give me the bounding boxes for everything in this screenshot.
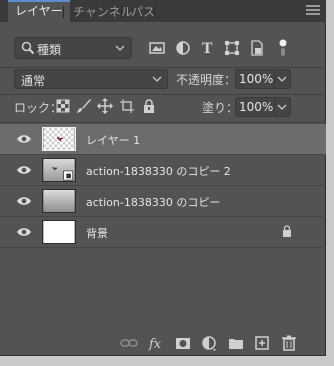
prevent-auto-nesting-icon[interactable] <box>119 98 135 114</box>
tab-separator <box>121 6 122 18</box>
layer-name[interactable]: action-1838330 のコピー <box>86 194 220 210</box>
filter-kind-select[interactable]: 種類 <box>14 37 132 59</box>
svg-text:T: T <box>202 41 213 57</box>
lock-row: ロック： 塗り： 100% <box>0 96 326 118</box>
chevron-down-icon <box>277 104 287 110</box>
opacity-input[interactable]: 100% <box>235 69 275 89</box>
lock-image-pixels-icon[interactable] <box>76 98 92 114</box>
tab-layers[interactable]: レイヤー <box>8 0 70 22</box>
tab-separator <box>154 6 155 18</box>
tab-bar: レイヤー チャンネル パス <box>0 0 326 22</box>
divider <box>0 94 326 95</box>
tab-paths[interactable]: パス <box>124 2 162 22</box>
chevron-down-icon <box>277 76 287 82</box>
link-layers-icon[interactable] <box>120 334 138 352</box>
type-filter-icon[interactable]: T <box>199 39 217 57</box>
layer-row[interactable]: 背景 <box>0 217 326 248</box>
chevron-down-icon <box>152 76 162 82</box>
layer-name[interactable]: 背景 <box>86 225 108 241</box>
layer-row[interactable]: レイヤー 1 <box>0 124 326 155</box>
adjustment-filter-icon[interactable] <box>174 39 192 57</box>
opacity-label: 不透明度： <box>176 73 237 87</box>
eye-icon[interactable] <box>16 164 32 176</box>
eye-icon[interactable] <box>16 133 32 145</box>
layer-thumbnail <box>42 158 76 182</box>
eye-icon[interactable] <box>16 195 32 207</box>
add-mask-icon[interactable] <box>174 334 192 352</box>
fill-input[interactable]: 100% <box>235 97 275 117</box>
lock-icon[interactable] <box>282 225 292 237</box>
panel-menu-icon[interactable] <box>306 4 320 18</box>
new-group-icon[interactable] <box>227 334 245 352</box>
filter-toggle-icon[interactable] <box>274 39 292 57</box>
image-filter-icon[interactable] <box>148 39 166 57</box>
layer-thumbnail <box>42 189 76 213</box>
delete-layer-icon[interactable] <box>280 334 298 352</box>
blend-mode-select[interactable]: 通常 <box>14 69 168 89</box>
eye-icon[interactable] <box>16 226 32 238</box>
layer-row[interactable]: action-1838330 のコピー <box>0 186 326 217</box>
blend-row: 通常 不透明度： 100% <box>0 68 326 90</box>
layer-name[interactable]: レイヤー 1 <box>86 132 140 148</box>
filter-kind-label: 種類 <box>37 43 62 57</box>
fill-label: 塗り： <box>202 101 239 115</box>
lock-transparent-pixels-icon[interactable] <box>55 98 71 114</box>
layer-filter-row: 種類 T <box>0 28 326 68</box>
smart-object-filter-icon[interactable] <box>248 39 266 57</box>
divider <box>0 122 326 123</box>
adjustment-layer-icon[interactable] <box>200 334 218 352</box>
layer-thumbnail <box>42 220 76 244</box>
svg-text:fx: fx <box>148 337 162 352</box>
search-icon <box>21 41 35 55</box>
chevron-down-icon <box>115 45 125 51</box>
fx-icon[interactable]: fx <box>148 334 166 352</box>
tab-separator <box>63 6 64 18</box>
layer-row[interactable]: action-1838330 のコピー 2 <box>0 155 326 186</box>
blend-mode-value: 通常 <box>21 74 46 88</box>
lock-all-icon[interactable] <box>141 98 157 114</box>
layer-thumbnail <box>42 127 76 151</box>
shape-filter-icon[interactable] <box>223 39 241 57</box>
fill-dropdown[interactable] <box>275 97 291 117</box>
new-layer-icon[interactable] <box>253 334 271 352</box>
lock-position-icon[interactable] <box>97 98 113 114</box>
opacity-dropdown[interactable] <box>275 69 291 89</box>
layer-name[interactable]: action-1838330 のコピー 2 <box>86 163 231 179</box>
layers-bottom-toolbar: fx <box>0 330 326 356</box>
layers-panel: レイヤー チャンネル パス 種類 T 通常 不透明度： 100% ロック： 塗り… <box>0 0 326 356</box>
layers-list: レイヤー 1 action-1838330 のコピー 2 action-1838… <box>0 124 326 344</box>
